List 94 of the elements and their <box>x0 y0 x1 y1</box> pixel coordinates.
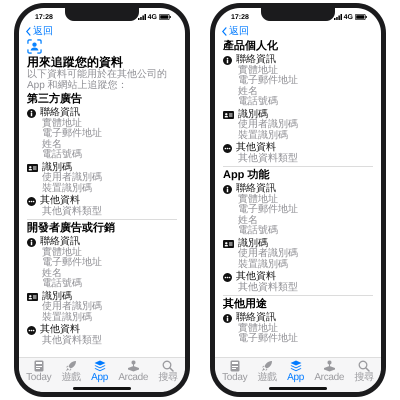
data-type-text: 裝置識別碼 <box>237 260 288 270</box>
category-label: 識別碼 <box>238 238 268 248</box>
joystick-icon <box>322 360 336 372</box>
tab[interactable]: App <box>91 360 108 392</box>
data-type-text: 姓名 <box>41 268 62 278</box>
category-label: 聯絡資訊 <box>236 55 276 65</box>
data-type-text: 裝置識別碼 <box>41 184 92 194</box>
data-type-text: 電子郵件地址 <box>41 258 102 268</box>
data-type-text: 裝置識別碼 <box>237 130 288 141</box>
ellipsis-icon <box>223 144 232 153</box>
layers-icon <box>94 360 106 372</box>
data-type-text: 使用者識別碼 <box>41 302 102 312</box>
category-label: 識別碼 <box>238 110 268 120</box>
page-title: 用來追蹤您的資料 <box>27 55 123 69</box>
info-icon <box>27 108 36 118</box>
category-label: 其他資料 <box>40 325 80 335</box>
category-label: 其他資料 <box>236 272 276 282</box>
tab[interactable]: 搜尋 <box>158 360 178 392</box>
page-description: 以下資料可能用於在其他公司的 App 和網站上追蹤您： <box>27 69 168 91</box>
data-type-text: 姓名 <box>237 86 258 96</box>
document-icon <box>34 360 44 372</box>
data-type-text: 使用者識別碼 <box>41 173 102 183</box>
section-title: 第三方廣告 <box>27 93 83 106</box>
home-indicator <box>73 387 131 390</box>
tab[interactable]: Today <box>222 360 248 392</box>
rocket-icon <box>261 360 274 372</box>
category-label: 聯絡資訊 <box>236 184 276 194</box>
info-icon <box>223 314 232 323</box>
signal-icon <box>334 14 342 20</box>
chevron-left-icon <box>26 26 31 36</box>
data-type-text: 使用者識別碼 <box>237 249 298 259</box>
ellipsis-icon <box>223 272 232 282</box>
back-link[interactable]: 返回 <box>26 24 53 38</box>
battery-icon <box>159 14 171 20</box>
data-type-text: 電話號碼 <box>41 150 82 160</box>
data-type-text: 電話號碼 <box>237 97 278 108</box>
data-type-text: 姓名 <box>41 140 62 150</box>
tab[interactable]: Today <box>26 360 52 392</box>
data-type-text: 電話號碼 <box>237 226 278 236</box>
id-card-icon <box>27 164 38 172</box>
data-type-text: 姓名 <box>237 216 258 226</box>
data-type-text: 其他資料類型 <box>237 154 298 164</box>
data-type-text: 電子郵件地址 <box>237 76 298 86</box>
data-type-text: 電子郵件地址 <box>41 129 102 139</box>
data-type-text: 其他資料類型 <box>41 206 102 217</box>
category-label: 其他資料 <box>236 143 276 153</box>
info-icon <box>27 238 36 247</box>
tab[interactable]: Arcade <box>118 360 148 392</box>
id-card-icon <box>223 240 234 248</box>
battery-icon <box>355 14 367 20</box>
signal-icon <box>138 14 146 20</box>
back-link[interactable]: 返回 <box>222 24 249 38</box>
data-type-text: 使用者識別碼 <box>237 120 298 130</box>
section-title: 產品個人化 <box>223 40 279 53</box>
ellipsis-icon <box>27 326 36 335</box>
data-type-text: 電子郵件地址 <box>237 205 298 215</box>
data-type-text: 實體地址 <box>41 118 82 128</box>
tab[interactable]: 搜尋 <box>354 360 374 392</box>
data-type-text: 實體地址 <box>237 194 278 204</box>
layers-icon <box>290 360 302 372</box>
rocket-icon <box>65 360 78 372</box>
data-type-text: 電子郵件地址 <box>237 334 298 344</box>
category-label: 聯絡資訊 <box>236 313 276 323</box>
data-type-text: 其他資料類型 <box>237 282 298 293</box>
section-title: 其他用途 <box>223 298 268 311</box>
tab[interactable]: 遊戲 <box>258 360 277 392</box>
section-title: App 功能 <box>223 169 270 182</box>
category-label: 識別碼 <box>42 162 72 172</box>
ellipsis-icon <box>27 196 36 206</box>
data-type-text: 實體地址 <box>237 324 278 334</box>
info-icon <box>223 56 232 65</box>
tab[interactable]: 遊戲 <box>62 360 81 392</box>
category-label: 聯絡資訊 <box>40 108 80 118</box>
chevron-left-icon <box>222 26 227 36</box>
data-type-text: 電話號碼 <box>41 279 82 290</box>
category-label: 識別碼 <box>42 292 72 302</box>
tab[interactable]: App <box>287 360 304 392</box>
data-type-text: 實體地址 <box>237 66 278 76</box>
info-icon <box>223 184 232 194</box>
id-card-icon <box>27 292 38 301</box>
category-label: 聯絡資訊 <box>40 237 80 247</box>
data-type-text: 實體地址 <box>41 248 82 258</box>
search-icon <box>358 360 370 372</box>
tracking-person-icon <box>27 39 42 54</box>
joystick-icon <box>126 360 140 372</box>
section-title: 開發者廣告或行銷 <box>27 222 116 235</box>
home-indicator <box>269 387 327 390</box>
search-icon <box>162 360 174 372</box>
id-card-icon <box>223 110 234 119</box>
category-label: 其他資料 <box>40 196 80 206</box>
data-type-text: 裝置識別碼 <box>41 312 92 323</box>
tab[interactable]: Arcade <box>314 360 344 392</box>
data-type-text: 其他資料類型 <box>41 336 102 346</box>
document-icon <box>230 360 240 372</box>
